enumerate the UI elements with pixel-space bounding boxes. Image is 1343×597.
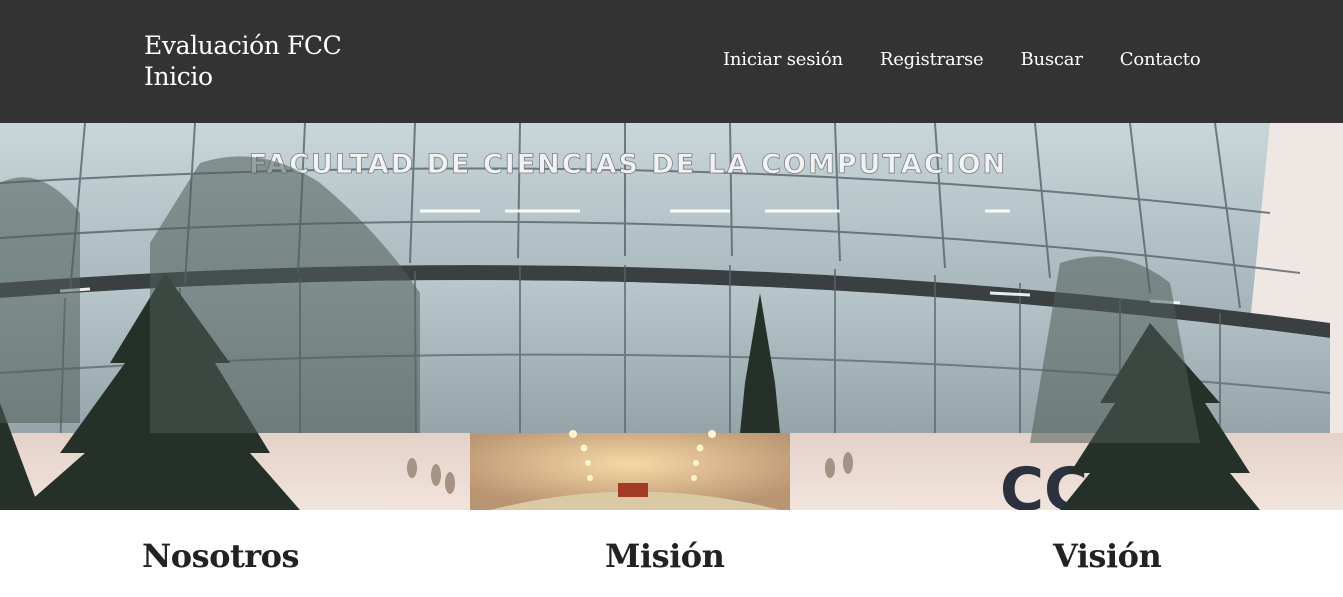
top-navbar: Evaluación FCC Inicio Iniciar sesión Reg…: [0, 0, 1343, 123]
info-sections: Nosotros Misión Visión: [0, 510, 1343, 597]
site-brand[interactable]: Evaluación FCC Inicio: [144, 30, 342, 92]
building-sign: FACULTAD DE CIENCIAS DE LA COMPUTACION: [249, 149, 1007, 180]
main-nav: Iniciar sesión Registrarse Buscar Contac…: [723, 49, 1201, 71]
nav-link-search[interactable]: Buscar: [1020, 49, 1082, 71]
brand-subtitle[interactable]: Inicio: [144, 61, 341, 92]
section-title-mision: Misión: [605, 537, 725, 575]
section-title-vision: Visión: [1053, 537, 1162, 575]
building-photo: FACULTAD DE CIENCIAS DE LA COMPUTACION C…: [0, 123, 1343, 510]
nav-link-contact[interactable]: Contacto: [1120, 49, 1201, 71]
section-title-nosotros: Nosotros: [142, 537, 299, 575]
nav-link-login[interactable]: Iniciar sesión: [723, 49, 843, 71]
nav-link-register[interactable]: Registrarse: [880, 49, 984, 71]
hero-image: FACULTAD DE CIENCIAS DE LA COMPUTACION C…: [0, 123, 1343, 510]
brand-title[interactable]: Evaluación FCC: [144, 30, 342, 61]
